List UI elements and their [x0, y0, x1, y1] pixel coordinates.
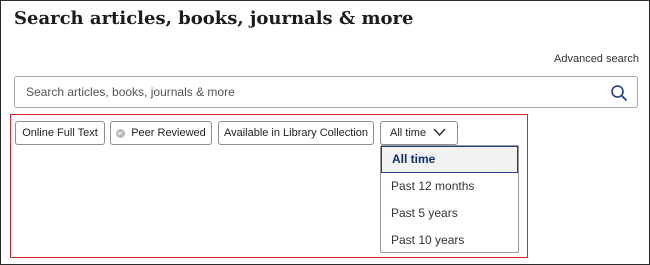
peer-reviewed-label: Peer Reviewed [131, 127, 206, 139]
search-bar [14, 76, 638, 108]
page-frame: Search articles, books, journals & more … [0, 0, 650, 265]
online-full-text-filter[interactable]: Online Full Text [15, 121, 105, 145]
peer-reviewed-filter[interactable]: Peer Reviewed [110, 121, 212, 145]
advanced-search-link[interactable]: Advanced search [554, 53, 639, 65]
search-button[interactable] [610, 84, 628, 102]
chevron-down-icon [433, 128, 446, 137]
library-collection-filter[interactable]: Available in Library Collection [218, 121, 374, 145]
search-input[interactable] [15, 77, 616, 107]
search-icon [611, 85, 627, 101]
time-range-selected: All time [390, 127, 427, 139]
page-title: Search articles, books, journals & more [14, 8, 414, 29]
time-option-past-5-years[interactable]: Past 5 years [381, 200, 518, 227]
time-option-past-10-years[interactable]: Past 10 years [381, 227, 518, 254]
library-collection-label: Available in Library Collection [223, 127, 369, 139]
time-option-past-12-months[interactable]: Past 12 months [381, 173, 518, 200]
time-range-menu: All time Past 12 months Past 5 years Pas… [380, 145, 519, 253]
checkmark-icon [116, 128, 126, 138]
time-option-all-time[interactable]: All time [381, 146, 518, 173]
online-full-text-label: Online Full Text [22, 127, 98, 139]
time-range-dropdown[interactable]: All time [380, 121, 458, 145]
